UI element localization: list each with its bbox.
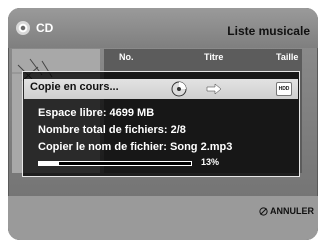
progress-bar: [38, 161, 192, 166]
footer-bar: [8, 196, 318, 240]
source-label: CD: [36, 21, 54, 35]
hdd-icon: HDD: [276, 82, 292, 96]
cancel-button[interactable]: ANNULER: [259, 206, 314, 216]
page-title: Liste musicale: [227, 24, 310, 38]
cancel-icon: [259, 206, 268, 216]
copy-filename-text: Copier le nom de fichier: Song 2.mp3: [38, 141, 233, 153]
total-files-text: Nombre total de fichiers: 2/8: [38, 124, 186, 136]
header-bar: CD Liste musicale: [8, 8, 318, 48]
progress-bar-fill: [39, 162, 59, 165]
cancel-label: ANNULER: [270, 206, 314, 216]
progress-percent: 13%: [201, 157, 220, 167]
disc-icon: [171, 81, 187, 97]
dialog-title-text: Copie en cours...: [30, 81, 119, 93]
arrow-right-icon: [206, 83, 222, 95]
dialog-title: Copie en cours...: [30, 81, 119, 93]
column-header-size: Taille: [276, 52, 299, 62]
column-header-number: No.: [119, 52, 134, 62]
free-space-text: Espace libre: 4699 MB: [38, 107, 155, 119]
column-header-title: Titre: [204, 52, 224, 62]
disc-icon: [16, 21, 30, 35]
